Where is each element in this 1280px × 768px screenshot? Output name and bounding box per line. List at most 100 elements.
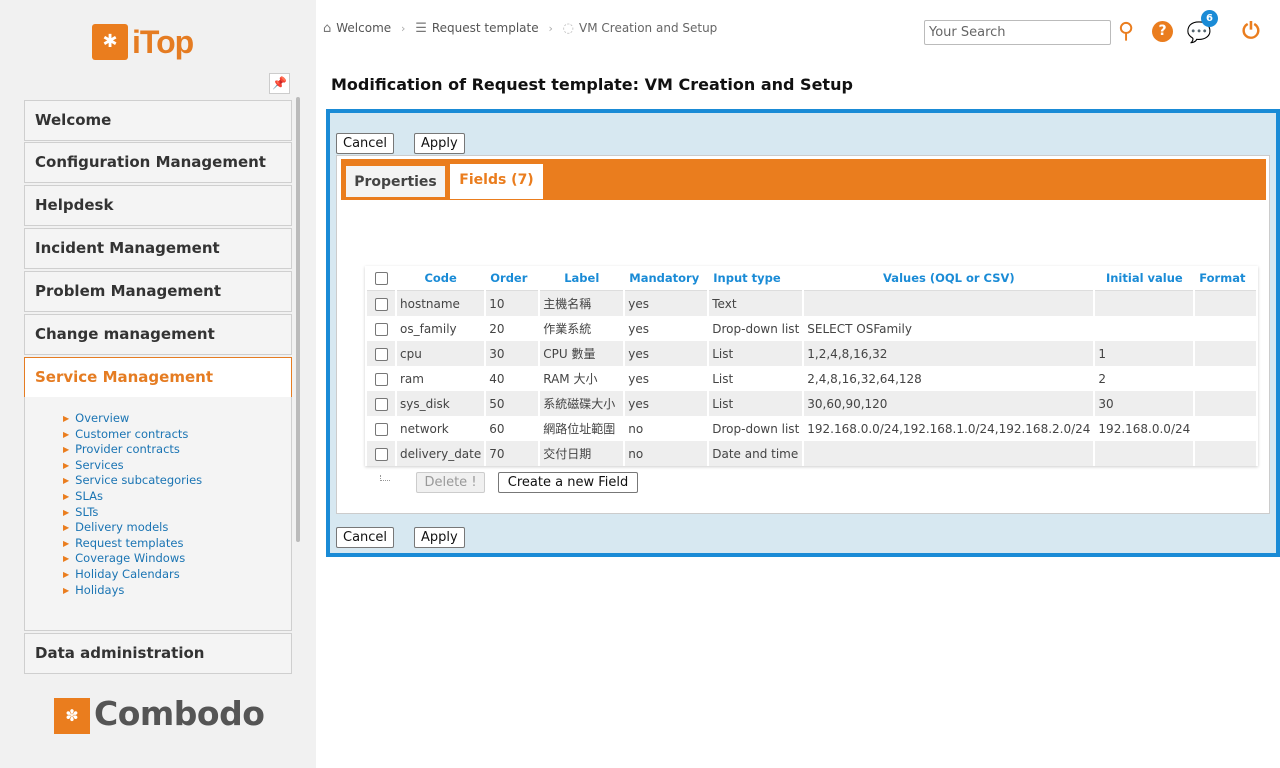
pin-icon[interactable]: 📌 — [269, 73, 290, 94]
submenu-item-holidays[interactable]: ▶ Holidays — [63, 583, 291, 599]
menu-group-change-management[interactable]: Change management — [24, 314, 292, 355]
submenu-item-slts[interactable]: ▶ SLTs — [63, 505, 291, 521]
column-header-order[interactable]: Order — [486, 266, 539, 291]
cell-format — [1195, 291, 1257, 316]
submenu-item-slas[interactable]: ▶ SLAs — [63, 489, 291, 505]
submenu-item-coverage-windows[interactable]: ▶ Coverage Windows — [63, 551, 291, 567]
tab-fields[interactable]: Fields (7) — [450, 164, 543, 199]
cell-initial-value: 2 — [1095, 366, 1194, 391]
row-checkbox[interactable] — [374, 372, 388, 386]
menu-group-helpdesk[interactable]: Helpdesk — [24, 185, 292, 226]
row-checkbox[interactable] — [374, 422, 388, 436]
row-checkbox-cell — [367, 391, 395, 416]
arrow-right-icon: ▶ — [63, 569, 70, 579]
tree-connector — [380, 475, 390, 481]
cell-initial-value — [1095, 441, 1194, 466]
breadcrumb-item-welcome[interactable]: ⌂ Welcome — [323, 21, 391, 36]
submenu-item-holiday-calendars[interactable]: ▶ Holiday Calendars — [63, 567, 291, 583]
power-icon[interactable]: ⏻ — [1234, 18, 1268, 46]
menu-group-welcome[interactable]: Welcome — [24, 100, 292, 141]
column-header-format[interactable]: Format — [1195, 266, 1257, 291]
cell-input-type: List — [709, 391, 803, 416]
submenu-item-customer-contracts[interactable]: ▶ Customer contracts — [63, 427, 291, 443]
table-row[interactable]: sys_disk 50 系統磁碟大小 yes List 30,60,90,120… — [367, 391, 1257, 416]
cell-order: 50 — [486, 391, 539, 416]
table-row[interactable]: ram 40 RAM 大小 yes List 2,4,8,16,32,64,12… — [367, 366, 1257, 391]
table-row[interactable]: cpu 30 CPU 數量 yes List 1,2,4,8,16,32 1 — [367, 341, 1257, 366]
cell-mandatory: no — [625, 441, 708, 466]
arrow-right-icon: ▶ — [63, 554, 70, 564]
table-row[interactable]: network 60 網路位址範圍 no Drop-down list 192.… — [367, 416, 1257, 441]
cell-initial-value — [1095, 291, 1194, 316]
itop-logo[interactable]: ✱ iTop — [92, 22, 212, 62]
row-checkbox[interactable] — [374, 322, 388, 336]
cell-label: 主機名稱 — [540, 291, 624, 316]
submenu-item-services[interactable]: ▶ Services — [63, 458, 291, 474]
cell-format — [1195, 416, 1257, 441]
create-field-button[interactable]: Create a new Field — [498, 472, 638, 493]
cell-code: cpu — [397, 341, 485, 366]
cancel-button-top[interactable]: Cancel — [336, 133, 395, 154]
column-header-initial-value[interactable]: Initial value — [1095, 266, 1194, 291]
submenu-item-request-templates[interactable]: ▶ Request templates — [63, 536, 291, 552]
cell-input-type: Text — [709, 291, 803, 316]
table-row[interactable]: hostname 10 主機名稱 yes Text — [367, 291, 1257, 316]
table-row[interactable]: delivery_date 70 交付日期 no Date and time — [367, 441, 1257, 466]
cell-values — [804, 441, 1094, 466]
cell-mandatory: yes — [625, 291, 708, 316]
arrow-right-icon: ▶ — [63, 445, 70, 455]
select-all-header — [367, 266, 395, 291]
notification-badge[interactable]: 6 — [1201, 10, 1218, 27]
menu-group-configuration-management[interactable]: Configuration Management — [24, 142, 292, 183]
cell-code: sys_disk — [397, 391, 485, 416]
cell-format — [1195, 316, 1257, 341]
column-header-values[interactable]: Values (OQL or CSV) — [804, 266, 1094, 291]
column-header-input-type[interactable]: Input type — [709, 266, 803, 291]
cell-format — [1195, 366, 1257, 391]
cell-values: SELECT OSFamily — [804, 316, 1094, 341]
cell-label: RAM 大小 — [540, 366, 624, 391]
apply-button-top[interactable]: Apply — [414, 133, 465, 154]
cell-mandatory: yes — [625, 391, 708, 416]
arrow-right-icon: ▶ — [63, 538, 70, 548]
apply-button-bottom[interactable]: Apply — [414, 527, 465, 548]
column-header-code[interactable]: Code — [397, 266, 485, 291]
search-icon[interactable]: ⚲ — [1114, 18, 1138, 46]
sidebar-scrollbar[interactable] — [296, 97, 300, 542]
cell-mandatory: yes — [625, 341, 708, 366]
tab-properties[interactable]: Properties — [344, 164, 447, 199]
breadcrumb-item-request-template[interactable]: ☰ Request template — [415, 21, 538, 36]
menu-group-problem-management[interactable]: Problem Management — [24, 271, 292, 312]
table-row[interactable]: os_family 20 作業系統 yes Drop-down list SEL… — [367, 316, 1257, 341]
submenu-item-provider-contracts[interactable]: ▶ Provider contracts — [63, 442, 291, 458]
search-input[interactable] — [924, 20, 1111, 45]
column-header-label[interactable]: Label — [540, 266, 624, 291]
cancel-button-bottom[interactable]: Cancel — [336, 527, 395, 548]
menu-group-service-management[interactable]: Service Management — [24, 357, 292, 398]
cell-initial-value: 1 — [1095, 341, 1194, 366]
delete-button[interactable]: Delete ! — [416, 472, 485, 493]
breadcrumb-item-current: ◌ VM Creation and Setup — [562, 21, 718, 36]
help-icon[interactable]: ? — [1152, 21, 1173, 42]
column-header-mandatory[interactable]: Mandatory — [625, 266, 708, 291]
cell-code: hostname — [397, 291, 485, 316]
submenu-item-service-subcategories[interactable]: ▶ Service subcategories — [63, 473, 291, 489]
row-checkbox[interactable] — [374, 297, 388, 311]
cell-order: 10 — [486, 291, 539, 316]
combodo-logo[interactable]: ✽ Combodo — [54, 694, 265, 737]
cell-initial-value — [1095, 316, 1194, 341]
row-checkbox-cell — [367, 366, 395, 391]
row-checkbox[interactable] — [374, 447, 388, 461]
select-all-checkbox[interactable] — [374, 272, 388, 285]
row-checkbox[interactable] — [374, 347, 388, 361]
arrow-right-icon: ▶ — [63, 523, 70, 533]
menu-group-data-administration[interactable]: Data administration — [24, 633, 292, 674]
breadcrumb: ⌂ Welcome › ☰ Request template › ◌ VM Creat… — [323, 21, 717, 41]
submenu-item-delivery-models[interactable]: ▶ Delivery models — [63, 520, 291, 536]
cell-values: 30,60,90,120 — [804, 391, 1094, 416]
submenu-item-overview[interactable]: ▶ Overview — [63, 411, 291, 427]
row-checkbox[interactable] — [374, 397, 388, 411]
object-icon: ◌ — [562, 21, 575, 36]
cell-format — [1195, 391, 1257, 416]
menu-group-incident-management[interactable]: Incident Management — [24, 228, 292, 269]
